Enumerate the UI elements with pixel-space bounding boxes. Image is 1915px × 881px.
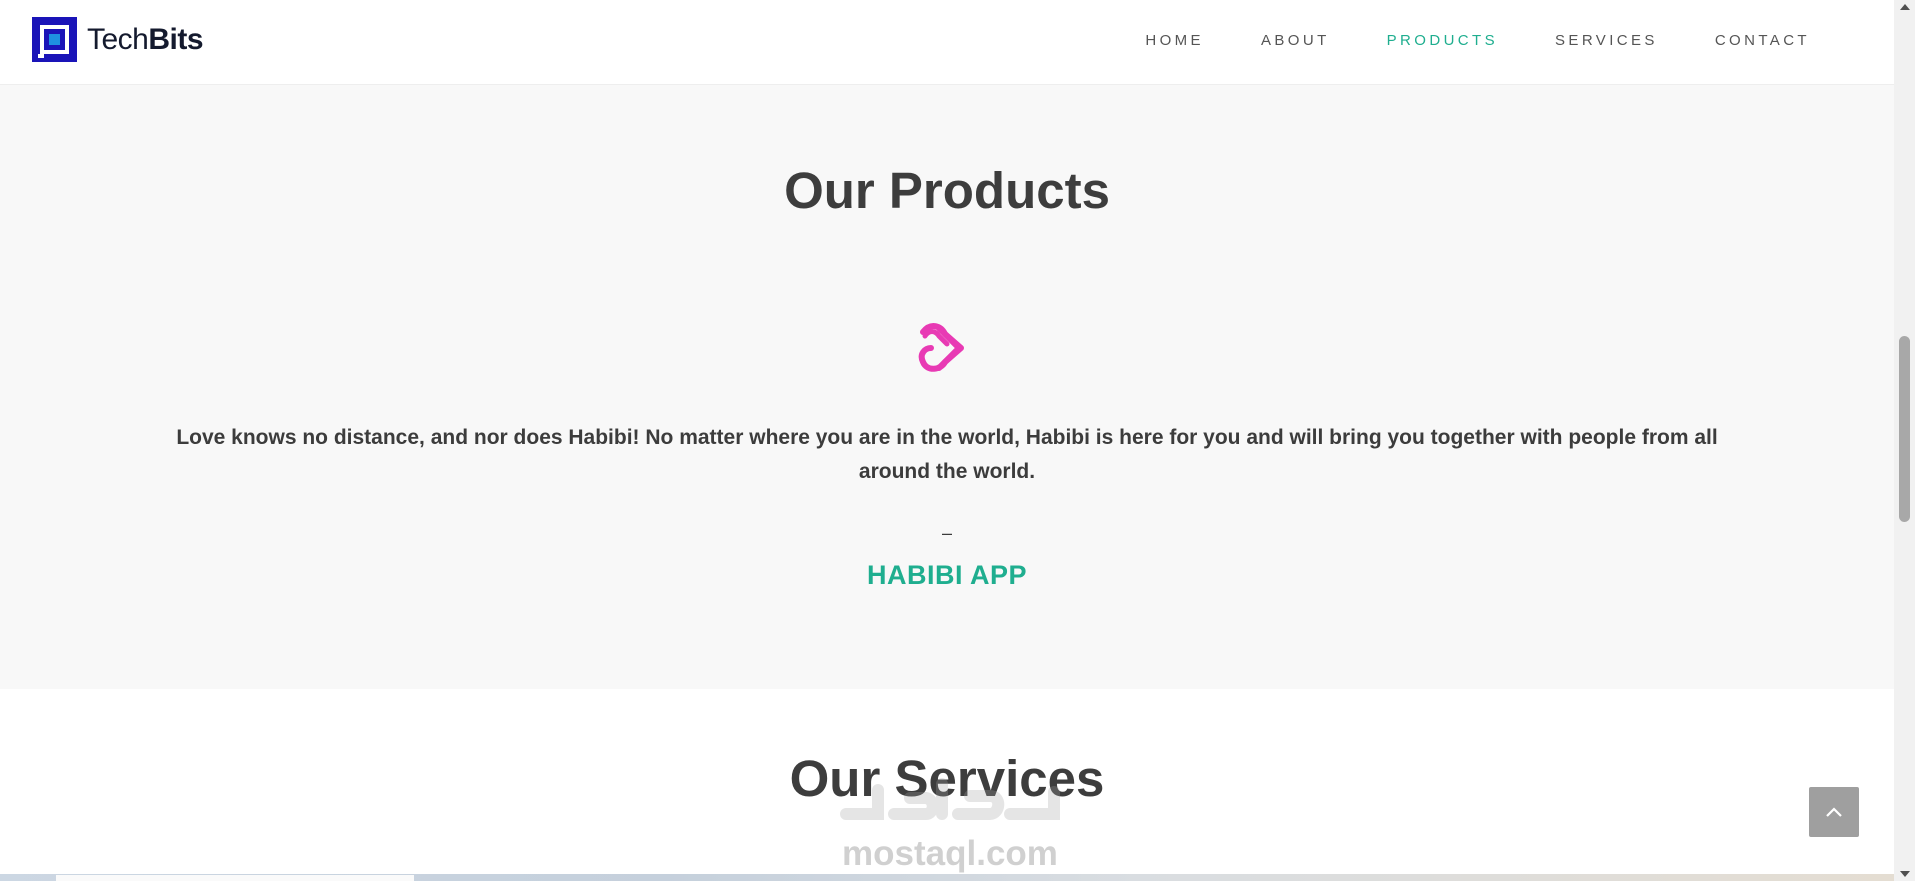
chevron-up-icon <box>1826 807 1842 817</box>
habibi-heart-logo-icon <box>917 322 974 374</box>
nav-item-home[interactable]: HOME <box>1145 32 1204 49</box>
product-dash: – <box>941 523 952 543</box>
vertical-scrollbar[interactable] <box>1894 0 1915 881</box>
nav-item-about[interactable]: ABOUT <box>1261 32 1330 49</box>
products-section: Our Products Love knows no distance, and… <box>0 85 1894 689</box>
nav-item-services[interactable]: SERVICES <box>1555 32 1658 49</box>
scroll-down-arrow-icon[interactable] <box>1894 867 1915 881</box>
nav-item-contact[interactable]: CONTACT <box>1715 32 1810 49</box>
brand-name: TechBits <box>87 22 204 56</box>
techbits-logo[interactable]: TechBits <box>32 17 204 62</box>
techbits-logo-icon <box>32 17 77 62</box>
scrollbar-thumb[interactable] <box>1899 336 1910 522</box>
product-name-link[interactable]: HABIBI APP <box>0 560 1894 591</box>
services-title: Our Services <box>789 750 1105 807</box>
services-section: Our Services <box>0 689 1894 881</box>
main-nav: HOME ABOUT PRODUCTS SERVICES CONTACT <box>1145 0 1810 80</box>
products-title: Our Products <box>784 162 1110 219</box>
nav-item-products[interactable]: PRODUCTS <box>1387 32 1498 49</box>
services-card-edge <box>56 875 414 881</box>
site-header: TechBits HOME ABOUT PRODUCTS SERVICES CO… <box>0 0 1894 85</box>
product-description: Love knows no distance, and nor does Hab… <box>176 426 1718 483</box>
scroll-up-arrow-icon[interactable] <box>1894 0 1915 14</box>
back-to-top-button[interactable] <box>1809 787 1859 837</box>
